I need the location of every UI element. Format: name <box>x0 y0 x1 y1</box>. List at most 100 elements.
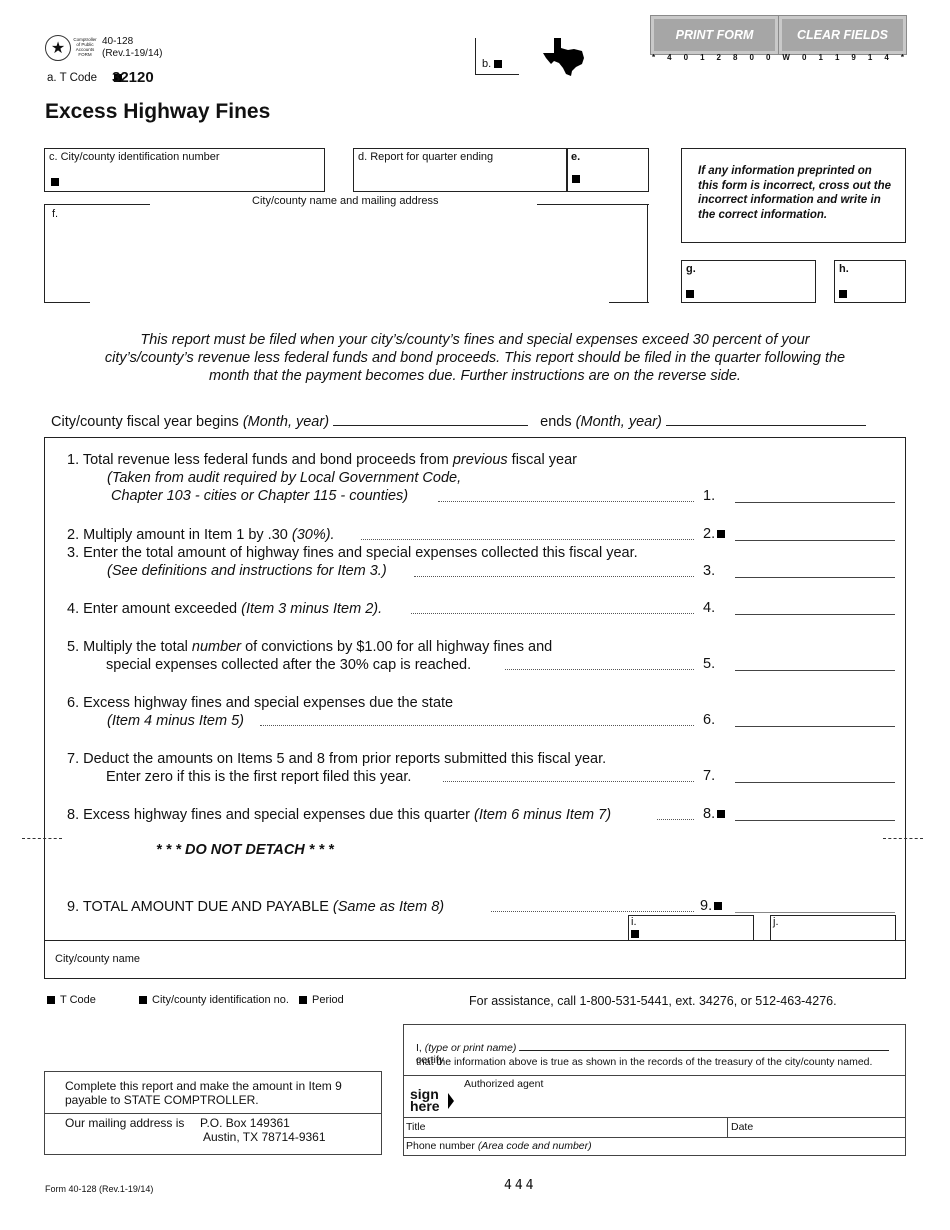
legend-id: City/county identification no. <box>139 994 289 1006</box>
barcode-char: 1 <box>867 53 873 62</box>
text: 3. Enter the total amount of highway fin… <box>67 545 638 561</box>
field-g-label: g. <box>686 263 696 275</box>
field-g[interactable]: g. <box>681 260 816 303</box>
title-label: Title <box>406 1121 426 1133</box>
barcode-char: 0 <box>749 53 754 62</box>
item-4-input[interactable] <box>735 614 895 615</box>
field-j[interactable]: j. <box>770 915 896 941</box>
text: of convictions by $1.00 for all highway … <box>241 639 553 655</box>
text: (Item 6 minus Item 7) <box>474 807 612 823</box>
detach-line <box>883 838 923 839</box>
text: previous <box>452 452 508 468</box>
barcode: * 4 0 1 2 8 0 0 W 0 1 1 9 1 4 * <box>652 53 904 62</box>
divider <box>45 1113 381 1114</box>
text: 9. TOTAL AMOUNT DUE AND PAYABLE <box>67 899 333 915</box>
field-j-label: j. <box>773 916 779 928</box>
barcode-char: 0 <box>765 53 771 62</box>
signature-field[interactable] <box>484 1080 899 1116</box>
text: (See definitions and instructions for It… <box>107 563 387 579</box>
preprinted-info-note: If any information preprinted on this fo… <box>681 148 906 243</box>
barcode-char: 0 <box>683 53 689 62</box>
field-f-name-address[interactable]: f. <box>46 206 646 301</box>
text: Chapter 103 - cities or Chapter 115 - co… <box>111 488 409 504</box>
page-title: Excess Highway Fines <box>45 100 271 123</box>
field-e[interactable]: e. <box>566 148 649 192</box>
sign-here-label: sign here <box>410 1087 440 1113</box>
item-1: 1. Total revenue less federal funds and … <box>67 451 577 505</box>
text: 5. Multiply the total <box>67 639 192 655</box>
barcode-char: * <box>900 53 904 62</box>
leader-dots <box>438 501 694 502</box>
seal-caption: Comptroller of Public Accounts FORM <box>73 37 97 57</box>
certifier-name-input[interactable] <box>519 1050 890 1051</box>
barcode-char: 0 <box>802 53 807 62</box>
item-9-input[interactable] <box>735 912 895 913</box>
item-3-input[interactable] <box>735 577 895 578</box>
divider <box>727 1117 728 1137</box>
fy-ends-input[interactable] <box>665 425 866 426</box>
text: 4. Enter amount exceeded <box>67 601 242 617</box>
field-b[interactable]: b. <box>475 38 519 75</box>
item-7-input[interactable] <box>735 782 895 783</box>
barcode-char: 4 <box>884 53 889 62</box>
text: 7. Deduct the amounts on Items 5 and 8 f… <box>67 751 607 767</box>
footer-form-number: Form 40-128 (Rev.1-19/14) <box>45 1184 154 1194</box>
fy-ends-hint: (Month, year) <box>575 414 662 430</box>
item-2-input[interactable] <box>735 540 895 541</box>
barcode-char: 1 <box>700 53 705 62</box>
barcode-char: 8 <box>733 53 738 62</box>
marker-icon <box>839 290 847 298</box>
barcode-char: W <box>782 53 790 62</box>
leader-dots <box>260 725 694 726</box>
form-revision: (Rev.1-19/14) <box>102 48 163 59</box>
field-c-label: c. City/county identification number <box>49 151 220 163</box>
legend-period: Period <box>299 994 344 1006</box>
leader-dots <box>491 911 694 912</box>
text: Complete this report and make the amount… <box>65 1079 342 1093</box>
fy-ends-label: ends <box>540 414 572 430</box>
item-5-input[interactable] <box>735 670 895 671</box>
item-6-input[interactable] <box>735 726 895 727</box>
text: (30%). <box>291 527 335 543</box>
field-d-quarter-ending[interactable]: d. Report for quarter ending <box>353 148 568 192</box>
item-8-input[interactable] <box>735 820 895 821</box>
field-h[interactable]: h. <box>834 260 906 303</box>
item-9-number: 9. <box>700 898 723 914</box>
phone-field[interactable]: Phone number (Area code and number) <box>406 1140 901 1155</box>
text: (type or print name) <box>424 1042 517 1054</box>
leader-dots <box>657 819 694 820</box>
mailing-address-lines: P.O. Box 149361 Austin, TX 78714-9361 <box>200 1116 326 1144</box>
item-1-input[interactable] <box>735 502 895 503</box>
intro-text: This report must be filed when your city… <box>104 332 846 384</box>
item-2: 2. Multiply amount in Item 1 by .30 (30%… <box>67 526 335 544</box>
leader-dots <box>414 576 694 577</box>
bracket-line <box>44 204 150 205</box>
assistance-text: For assistance, call 1-800-531-5441, ext… <box>469 994 837 1008</box>
fy-begins-hint: (Month, year) <box>242 414 330 430</box>
marker-icon <box>51 178 59 186</box>
leader-dots <box>443 781 694 782</box>
marker-icon <box>631 930 639 938</box>
field-f-label: f. <box>52 208 59 220</box>
tcode-label: a. T Code <box>47 72 123 84</box>
texas-map-icon <box>543 38 584 76</box>
item-4-number: 4. <box>703 600 716 616</box>
clear-fields-button[interactable]: CLEAR FIELDS <box>778 15 907 55</box>
text: (Taken from audit required by Local Gove… <box>107 470 462 486</box>
text: 2. Multiply amount in Item 1 by .30 <box>67 527 292 543</box>
text: 1. Total revenue less federal funds and … <box>67 452 453 468</box>
item-4: 4. Enter amount exceeded (Item 3 minus I… <box>67 600 382 618</box>
marker-icon <box>572 175 580 183</box>
leader-dots <box>411 613 694 614</box>
text: (Item 4 minus Item 5) <box>107 713 244 729</box>
field-i[interactable]: i. <box>628 915 754 941</box>
bracket-line <box>44 204 45 303</box>
barcode-char: 2 <box>716 53 721 62</box>
text: 2. <box>703 526 716 542</box>
field-c-city-id[interactable]: c. City/county identification number <box>44 148 325 192</box>
print-form-button[interactable]: PRINT FORM <box>650 15 779 55</box>
bracket-line <box>609 302 649 303</box>
bracket-line <box>44 302 90 303</box>
fy-begins-input[interactable] <box>333 425 529 426</box>
barcode-char: 4 <box>667 53 672 62</box>
